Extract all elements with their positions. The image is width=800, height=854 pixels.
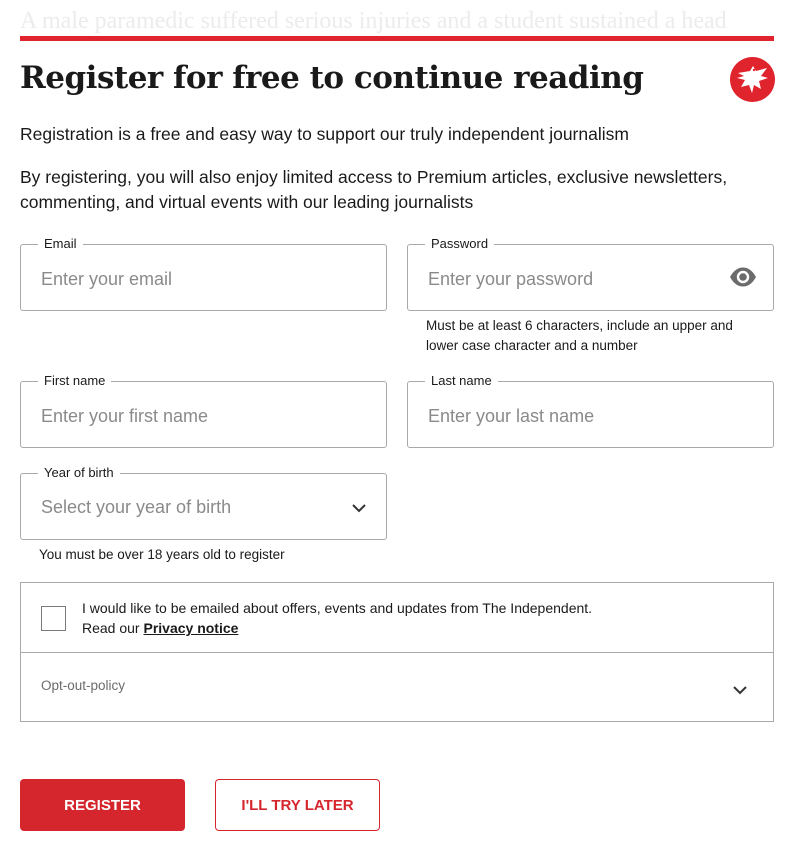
try-later-button[interactable]: I'LL TRY LATER	[215, 779, 380, 831]
opt-out-policy-toggle[interactable]: Opt-out-policy	[41, 678, 125, 693]
modal-title: Register for free to continue reading	[20, 60, 644, 96]
first-name-input[interactable]	[41, 404, 341, 428]
privacy-prefix: Read our	[82, 620, 144, 636]
year-of-birth-value: Select your year of birth	[41, 497, 232, 517]
register-button[interactable]: REGISTER	[20, 779, 185, 831]
intro-text: Registration is a free and easy way to s…	[20, 124, 629, 144]
password-label: Password	[425, 235, 495, 253]
email-field[interactable]: Email	[20, 235, 387, 311]
consent-statement: I would like to be emailed about offers,…	[82, 600, 593, 616]
last-name-label: Last name	[425, 372, 498, 390]
password-input[interactable]	[428, 267, 708, 291]
password-field[interactable]: Password	[407, 235, 774, 311]
background-article-headline: A male paramedic suffered serious injuri…	[20, 8, 727, 34]
email-label: Email	[38, 235, 83, 253]
email-input[interactable]	[41, 267, 341, 291]
consent-text: I would like to be emailed about offers,…	[82, 598, 752, 638]
first-name-label: First name	[38, 372, 112, 390]
eagle-logo-graphic	[730, 57, 775, 102]
year-of-birth-select[interactable]: Year of birth Select your year of birth	[20, 464, 387, 540]
modal-top-rule	[20, 36, 774, 41]
last-name-input[interactable]	[428, 404, 728, 428]
year-of-birth-hint: You must be over 18 years old to registe…	[39, 547, 285, 562]
last-name-field[interactable]: Last name	[407, 372, 774, 448]
eye-icon[interactable]	[729, 265, 757, 289]
consent-panel: I would like to be emailed about offers,…	[20, 582, 774, 722]
first-name-field[interactable]: First name	[20, 372, 387, 448]
chevron-down-icon	[351, 501, 367, 513]
marketing-consent-checkbox[interactable]	[41, 606, 66, 631]
year-of-birth-label: Year of birth	[38, 464, 120, 482]
chevron-down-icon[interactable]	[732, 683, 748, 695]
intro-benefits-text: By registering, you will also enjoy limi…	[20, 167, 728, 212]
consent-divider	[21, 652, 773, 653]
privacy-notice-link[interactable]: Privacy notice	[143, 620, 238, 636]
password-hint: Must be at least 6 characters, include a…	[426, 318, 733, 353]
eagle-logo-icon	[730, 57, 775, 102]
